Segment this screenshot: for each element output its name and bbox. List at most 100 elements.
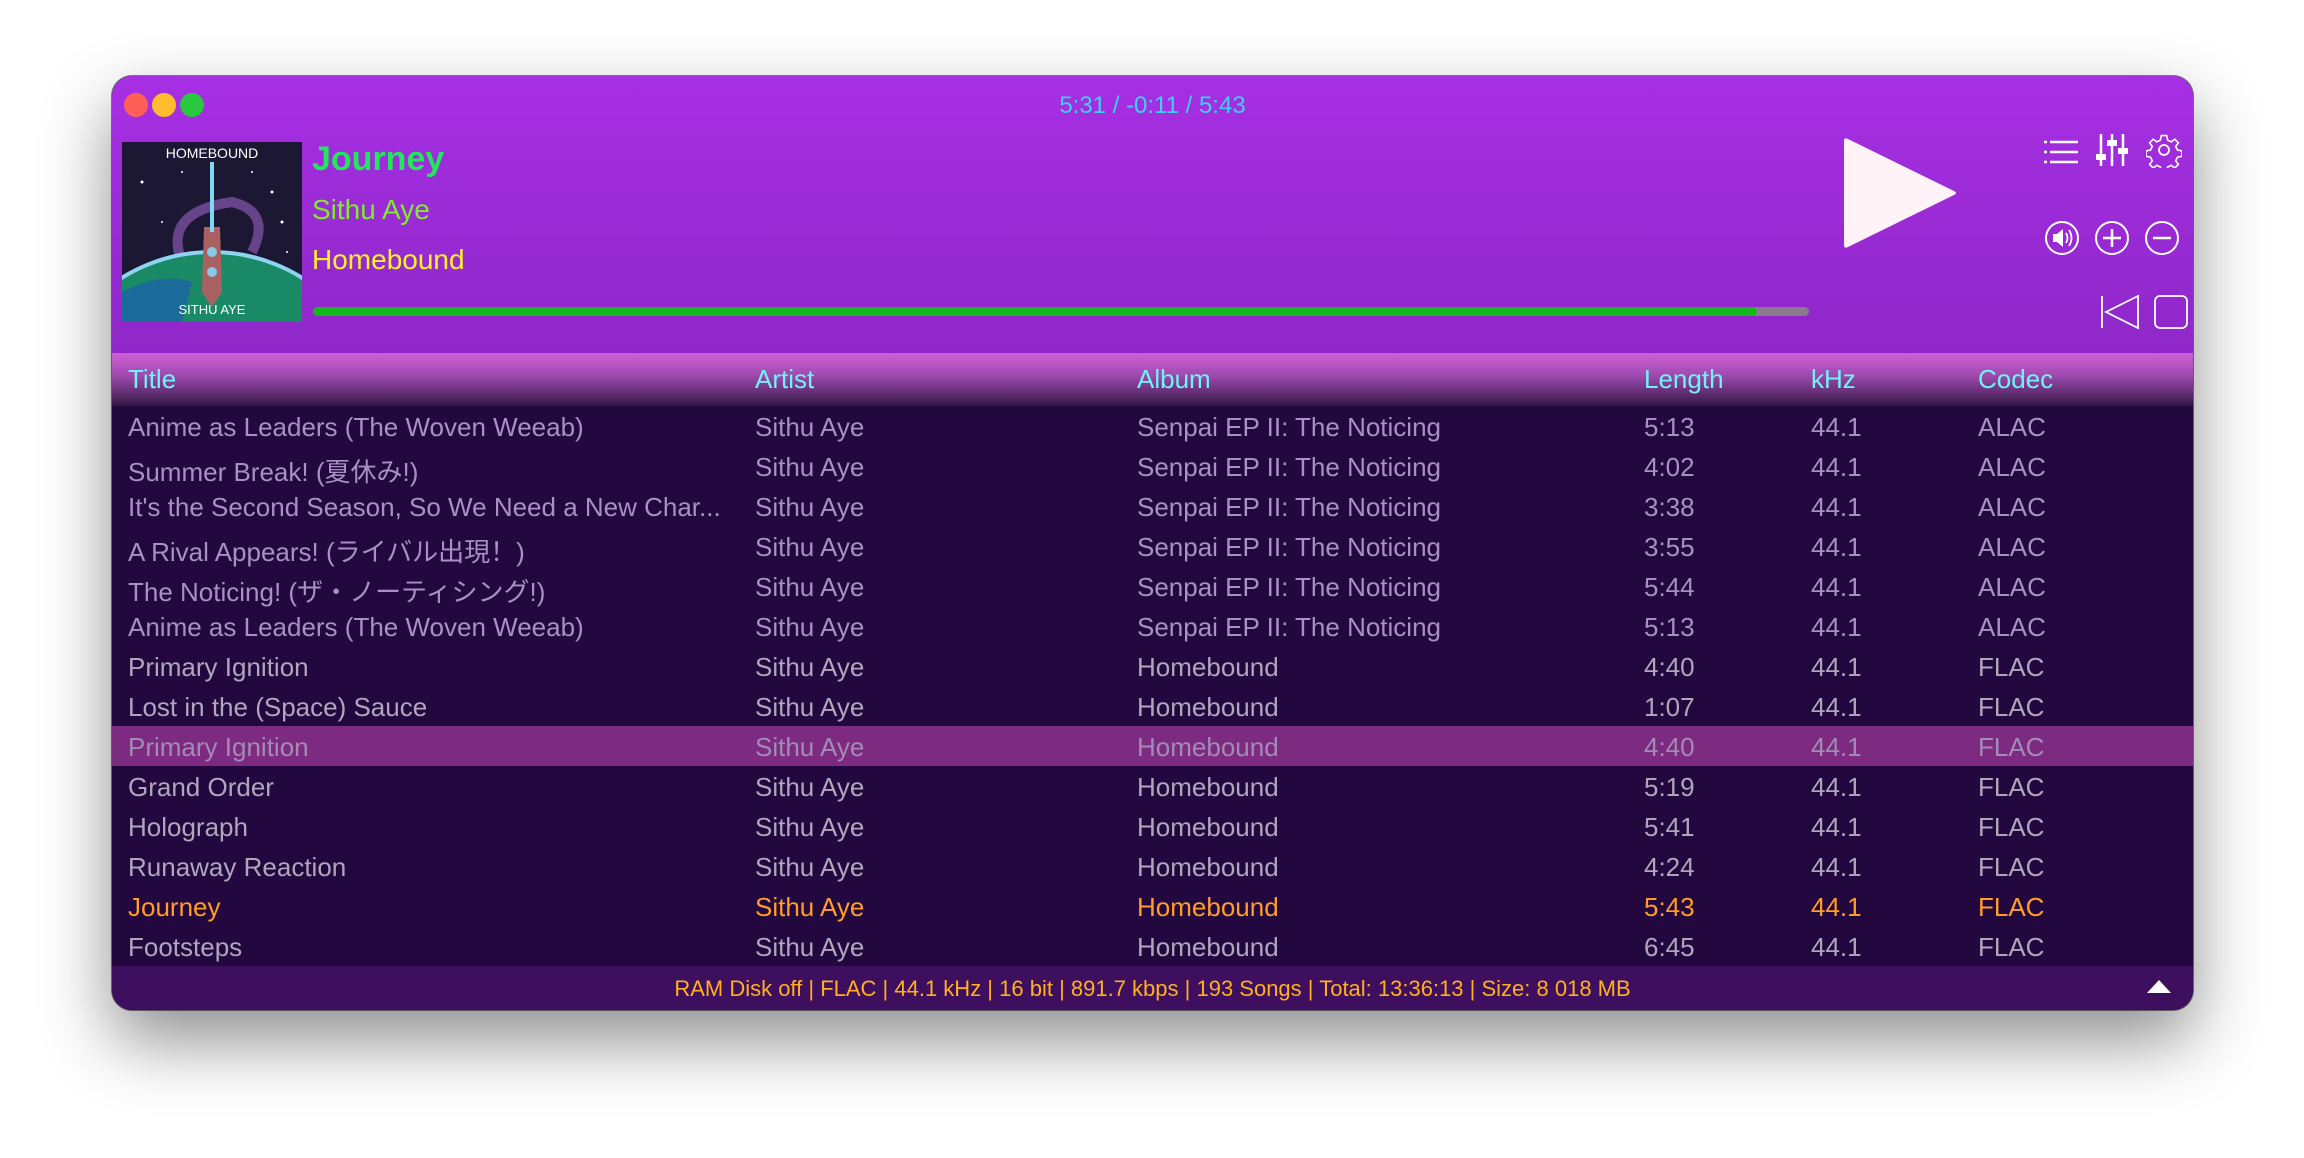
time-display: 5:31 / -0:11 / 5:43 bbox=[1059, 92, 1246, 119]
cell-khz: 44.1 bbox=[1811, 532, 1862, 562]
plus-icon[interactable] bbox=[2094, 220, 2130, 256]
cell-length: 1:07 bbox=[1644, 692, 1695, 722]
gear-icon[interactable] bbox=[2146, 132, 2182, 168]
cell-artist: Sithu Aye bbox=[755, 812, 865, 842]
now-playing-panel: 5:31 / -0:11 / 5:43 HOMEBOUND SITHU AYE … bbox=[112, 76, 2193, 353]
cell-codec: FLAC bbox=[1978, 852, 2045, 882]
table-row[interactable]: Runaway Reaction Sithu Aye Homebound 4:24 44… bbox=[112, 846, 2193, 886]
now-playing-artist: Sithu Aye bbox=[312, 194, 430, 225]
cell-artist: Sithu Aye bbox=[755, 452, 865, 482]
cell-khz: 44.1 bbox=[1811, 452, 1862, 482]
table-row[interactable]: Anime as Leaders (The Woven Weeab) Sithu … bbox=[112, 406, 2193, 446]
cell-title: A Rival Appears! (ライバル出現！) bbox=[128, 537, 525, 567]
album-art: HOMEBOUND SITHU AYE bbox=[122, 142, 302, 322]
cell-album: Senpai EP II: The Noticing bbox=[1137, 572, 1442, 602]
table-row[interactable]: Summer Break! (夏休み!) Sithu Aye Senpai EP I… bbox=[112, 446, 2193, 487]
table-row[interactable]: Grand Order Sithu Aye Homebound 5:19 44.1 FLA… bbox=[112, 766, 2193, 806]
table-row[interactable]: Primary Ignition Sithu Aye Homebound 4:40 44… bbox=[112, 646, 2193, 686]
cell-title: Holograph bbox=[128, 812, 248, 842]
table-row[interactable]: Footsteps Sithu Aye Homebound 6:45 44.1 FLAC bbox=[112, 926, 2193, 966]
cell-codec: ALAC bbox=[1978, 412, 2046, 442]
cell-codec: ALAC bbox=[1978, 572, 2046, 602]
volume-icon[interactable] bbox=[2044, 220, 2080, 256]
table-row[interactable]: The Noticing! (ザ・ノーティシング!) Sithu Aye Senpa… bbox=[112, 566, 2193, 607]
table-row[interactable]: It's the Second Season, So We Need a New… bbox=[112, 486, 2193, 526]
chevron-up-icon[interactable] bbox=[2147, 980, 2171, 993]
cell-title: Anime as Leaders (The Woven Weeab) bbox=[128, 612, 584, 642]
cell-album: Homebound bbox=[1137, 812, 1279, 842]
play-icon[interactable] bbox=[1840, 133, 1960, 253]
progress-fill bbox=[313, 307, 1757, 316]
cell-artist: Sithu Aye bbox=[755, 412, 865, 442]
cell-title: Primary Ignition bbox=[128, 652, 309, 682]
cell-artist: Sithu Aye bbox=[755, 532, 865, 562]
cell-codec: FLAC bbox=[1978, 732, 2045, 762]
cell-title: Footsteps bbox=[128, 932, 243, 962]
column-artist[interactable]: Artist bbox=[755, 364, 814, 395]
table-row[interactable]: Holograph Sithu Aye Homebound 5:41 44.1 FLAC bbox=[112, 806, 2193, 846]
stop-icon[interactable] bbox=[2153, 294, 2189, 330]
cell-length: 4:02 bbox=[1644, 452, 1695, 482]
column-length[interactable]: Length bbox=[1644, 364, 1724, 395]
cell-artist: Sithu Aye bbox=[755, 772, 865, 802]
progress-bar[interactable] bbox=[313, 307, 1809, 316]
cell-title: Runaway Reaction bbox=[128, 852, 347, 882]
cell-artist: Sithu Aye bbox=[755, 692, 865, 722]
cell-title: Anime as Leaders (The Woven Weeab) bbox=[128, 412, 584, 442]
cell-album: Senpai EP II: The Noticing bbox=[1137, 532, 1442, 562]
cell-khz: 44.1 bbox=[1811, 772, 1862, 802]
cell-codec: FLAC bbox=[1978, 652, 2045, 682]
cell-khz: 44.1 bbox=[1811, 852, 1862, 882]
playlist-icon[interactable] bbox=[2044, 138, 2080, 168]
cell-codec: FLAC bbox=[1978, 812, 2045, 842]
cell-album: Senpai EP II: The Noticing bbox=[1137, 492, 1442, 522]
cell-khz: 44.1 bbox=[1811, 492, 1862, 522]
cell-codec: ALAC bbox=[1978, 612, 2046, 642]
previous-icon[interactable] bbox=[2100, 294, 2140, 330]
cell-title: Primary Ignition bbox=[128, 732, 309, 762]
cell-album: Senpai EP II: The Noticing bbox=[1137, 452, 1442, 482]
cell-khz: 44.1 bbox=[1811, 932, 1862, 962]
status-bar: RAM Disk off | FLAC | 44.1 kHz | 16 bit … bbox=[112, 966, 2193, 1010]
cell-album: Homebound bbox=[1137, 772, 1279, 802]
cell-artist: Sithu Aye bbox=[755, 852, 865, 882]
cell-artist: Sithu Aye bbox=[755, 652, 865, 682]
table-row[interactable]: A Rival Appears! (ライバル出現！) Sithu Aye Senpa… bbox=[112, 526, 2193, 567]
equalizer-icon[interactable] bbox=[2095, 132, 2131, 168]
table-row[interactable]: Journey Sithu Aye Homebound 5:43 44.1 FLAC bbox=[112, 886, 2193, 926]
cell-title: Journey bbox=[128, 892, 221, 922]
cell-length: 4:40 bbox=[1644, 732, 1695, 762]
cell-album: Homebound bbox=[1137, 852, 1279, 882]
cell-artist: Sithu Aye bbox=[755, 612, 865, 642]
now-playing-title: Journey bbox=[312, 140, 445, 178]
cell-length: 4:40 bbox=[1644, 652, 1695, 682]
column-album[interactable]: Album bbox=[1137, 364, 1211, 395]
cell-artist: Sithu Aye bbox=[755, 892, 865, 922]
cell-artist: Sithu Aye bbox=[755, 572, 865, 602]
column-codec[interactable]: Codec bbox=[1978, 364, 2053, 395]
cell-title: It's the Second Season, So We Need a New… bbox=[128, 492, 721, 522]
cell-artist: Sithu Aye bbox=[755, 732, 865, 762]
cell-length: 4:24 bbox=[1644, 852, 1695, 882]
cell-album: Homebound bbox=[1137, 932, 1279, 962]
cell-artist: Sithu Aye bbox=[755, 932, 865, 962]
cell-title: The Noticing! (ザ・ノーティシング!) bbox=[128, 577, 546, 607]
cell-length: 3:55 bbox=[1644, 532, 1695, 562]
column-khz[interactable]: kHz bbox=[1811, 364, 1856, 395]
table-row[interactable]: Primary Ignition Sithu Aye Homebound 4:40 44… bbox=[112, 726, 2193, 766]
cell-album: Homebound bbox=[1137, 652, 1279, 682]
cell-length: 5:13 bbox=[1644, 612, 1695, 642]
cell-title: Grand Order bbox=[128, 772, 274, 802]
cell-length: 5:41 bbox=[1644, 812, 1695, 842]
cell-codec: FLAC bbox=[1978, 692, 2045, 722]
table-row[interactable]: Anime as Leaders (The Woven Weeab) Sithu … bbox=[112, 606, 2193, 646]
cell-codec: FLAC bbox=[1978, 892, 2045, 922]
cell-artist: Sithu Aye bbox=[755, 492, 865, 522]
cell-khz: 44.1 bbox=[1811, 572, 1862, 602]
cell-album: Homebound bbox=[1137, 692, 1279, 722]
minus-icon[interactable] bbox=[2144, 220, 2180, 256]
table-row[interactable]: Lost in the (Space) Sauce Sithu Aye Homebo… bbox=[112, 686, 2193, 726]
cell-album: Senpai EP II: The Noticing bbox=[1137, 412, 1442, 442]
column-title[interactable]: Title bbox=[128, 364, 176, 395]
cell-khz: 44.1 bbox=[1811, 412, 1862, 442]
